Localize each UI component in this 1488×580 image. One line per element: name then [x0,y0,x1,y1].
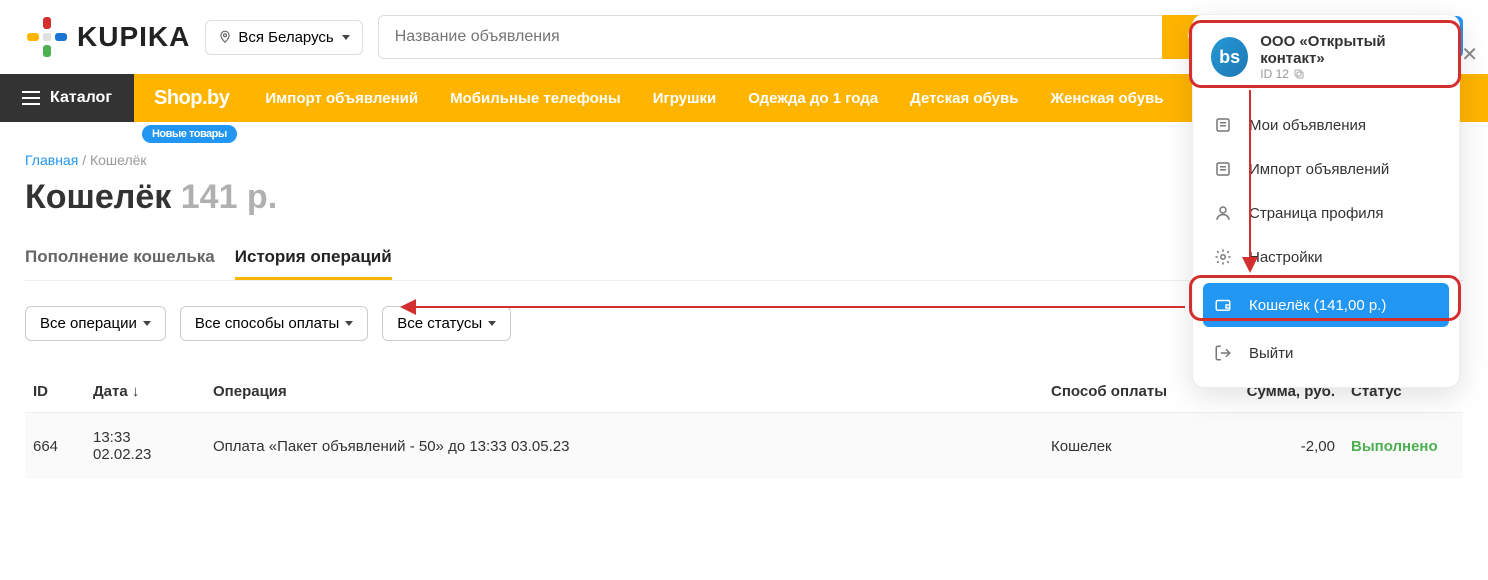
nav-link-import[interactable]: Импорт объявлений [249,90,434,107]
nav-link-mobile[interactable]: Мобильные телефоны [434,90,637,107]
chevron-down-icon [342,35,350,40]
menu-profile[interactable]: Страница профиля [1193,191,1459,235]
region-selector[interactable]: Вся Беларусь [205,20,362,55]
wallet-amount: 141 р. [181,178,277,216]
menu-settings[interactable]: Настройки [1193,235,1459,279]
breadcrumb-home[interactable]: Главная [25,152,78,168]
breadcrumb-sep: / [82,152,86,168]
cell-date: 13:33 02.02.23 [85,413,205,480]
copy-icon[interactable] [1293,68,1305,80]
gear-icon [1213,247,1233,267]
list-icon [1213,115,1233,135]
col-date[interactable]: Дата ↓ [85,371,205,413]
nav-link-kids-shoes[interactable]: Детская обувь [894,90,1034,107]
search-input[interactable] [378,15,1163,59]
chevron-down-icon [345,321,353,326]
chevron-down-icon [488,321,496,326]
user-id: ID 12 [1260,67,1441,81]
cell-sum: -2,00 [1223,413,1343,480]
chevron-down-icon [143,321,151,326]
filter-payment-methods[interactable]: Все способы оплаты [180,306,368,341]
user-header[interactable]: bs ООО «Открытый контакт» ID 12 [1193,15,1459,95]
nav-link-baby-clothes[interactable]: Одежда до 1 года [732,90,894,107]
search-form [378,15,1233,59]
menu-import[interactable]: Импорт объявлений [1193,147,1459,191]
tab-refill[interactable]: Пополнение кошелька [25,237,215,280]
nav-link-toys[interactable]: Игрушки [637,90,733,107]
user-dropdown: bs ООО «Открытый контакт» ID 12 Мои объя… [1192,14,1460,388]
pin-icon [218,30,232,44]
cell-operation: Оплата «Пакет объявлений - 50» до 13:33 … [205,413,1043,480]
col-id[interactable]: ID [25,371,85,413]
filter-statuses[interactable]: Все статусы [382,306,511,341]
tab-history[interactable]: История операций [235,237,392,280]
close-icon[interactable]: ✕ [1461,42,1478,67]
logo-icon [25,15,69,59]
logout-icon [1213,343,1233,363]
user-menu: Мои объявления Импорт объявлений Страниц… [1193,95,1459,387]
filter-operations[interactable]: Все операции [25,306,166,341]
hamburger-icon [22,91,40,105]
table-row: 664 13:33 02.02.23 Оплата «Пакет объявле… [25,413,1463,480]
menu-wallet[interactable]: Кошелёк (141,00 р.) [1203,283,1449,327]
cell-status: Выполнено [1343,413,1463,480]
cell-id: 664 [25,413,85,480]
menu-my-ads[interactable]: Мои объявления [1193,103,1459,147]
user-name: ООО «Открытый контакт» [1260,33,1441,67]
avatar: bs [1211,37,1248,77]
logo-text: KUPIKA [77,21,190,53]
nav-link-womens-shoes[interactable]: Женская обувь [1034,90,1179,107]
wallet-icon [1213,295,1233,315]
col-operation[interactable]: Операция [205,371,1043,413]
user-icon [1213,203,1233,223]
catalog-label: Каталог [50,89,112,107]
breadcrumb-current: Кошелёк [90,152,147,168]
logo[interactable]: KUPIKA [25,15,190,59]
list-icon [1213,159,1233,179]
menu-logout[interactable]: Выйти [1193,331,1459,375]
nav-shop[interactable]: Shop.by Новые товары [134,87,249,110]
region-label: Вся Беларусь [238,29,333,46]
catalog-button[interactable]: Каталог [0,74,134,122]
sort-icon: ↓ [132,383,140,400]
cell-method: Кошелек [1043,413,1223,480]
